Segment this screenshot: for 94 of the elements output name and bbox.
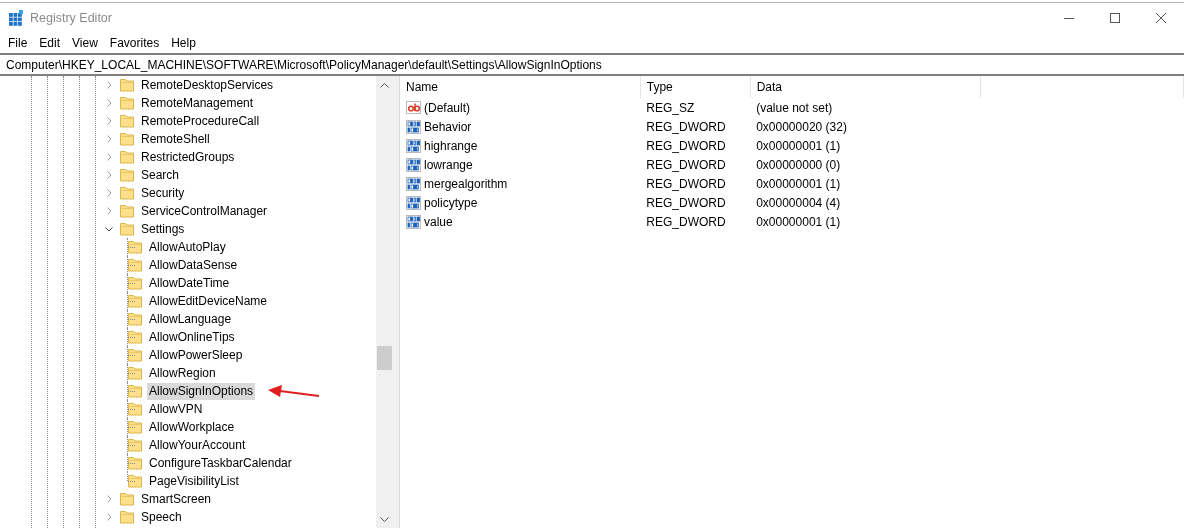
tree-item[interactable]: AllowEditDeviceName	[147, 292, 270, 310]
value-data: 0x00000000 (0)	[755, 156, 842, 174]
tree-item[interactable]: AllowDataSense	[147, 256, 240, 274]
scroll-thumb[interactable]	[377, 346, 392, 370]
value-type: REG_DWORD	[645, 194, 727, 212]
tree-item[interactable]: AllowOnlineTips	[147, 328, 237, 346]
value-name[interactable]: policytype	[424, 195, 478, 210]
value-name[interactable]: (Default)	[424, 100, 470, 115]
tree-item[interactable]: AllowSignInOptions	[147, 382, 256, 400]
value-type: REG_DWORD	[645, 213, 727, 231]
window-title: Registry Editor	[30, 11, 113, 25]
folder-icon	[119, 167, 135, 183]
folder-icon	[119, 95, 135, 111]
tree-item[interactable]: RemoteProcedureCall	[139, 112, 262, 130]
folder-icon	[127, 257, 143, 273]
tree-item[interactable]: ConfigureTaskbarCalendar	[147, 454, 294, 472]
value-type: REG_DWORD	[645, 175, 727, 193]
binary-value-icon	[406, 156, 422, 173]
arrow-annotation	[268, 385, 320, 399]
folder-icon	[119, 203, 135, 219]
value-name[interactable]: Behavior	[424, 119, 472, 134]
binary-value-icon	[406, 118, 422, 135]
menu-item[interactable]: Help	[165, 33, 202, 53]
tree-item[interactable]: AllowPowerSleep	[147, 346, 245, 364]
vertical-scrollbar[interactable]	[376, 76, 399, 528]
folder-icon	[119, 149, 135, 165]
value-type: REG_SZ	[640, 98, 751, 117]
tree-item[interactable]: SmartScreen	[139, 490, 214, 508]
tree-item[interactable]: RemoteShell	[139, 130, 212, 148]
folder-icon	[127, 329, 143, 345]
value-data: 0x00000020 (32)	[755, 118, 848, 136]
folder-icon	[127, 455, 143, 471]
tree-item[interactable]: AllowDateTime	[147, 274, 232, 292]
tree-item[interactable]: RestrictedGroups	[139, 148, 237, 166]
folder-icon	[127, 275, 143, 291]
value-name[interactable]: highrange	[424, 138, 478, 153]
folder-icon	[119, 491, 135, 507]
folder-icon	[119, 185, 135, 201]
folder-icon	[119, 131, 135, 147]
tree-item[interactable]: AllowVPN	[147, 400, 205, 418]
value-type: REG_DWORD	[645, 118, 727, 136]
binary-value-icon	[406, 175, 422, 192]
tree-item[interactable]: AllowRegion	[147, 364, 218, 382]
folder-icon	[127, 311, 143, 327]
tree-item[interactable]: AllowAutoPlay	[147, 238, 228, 256]
value-data: 0x00000001 (1)	[755, 137, 842, 155]
tree-item[interactable]: AllowYourAccount	[147, 436, 248, 454]
tree-item[interactable]: Security	[139, 184, 187, 202]
maximize-icon	[1110, 13, 1120, 23]
folder-icon	[127, 419, 143, 435]
folder-icon	[119, 113, 135, 129]
tree-item[interactable]: RemoteDesktopServices	[139, 76, 276, 94]
value-name[interactable]: lowrange	[424, 157, 473, 172]
menu-item[interactable]: File	[2, 33, 34, 53]
folder-icon	[127, 347, 143, 363]
folder-icon	[127, 383, 143, 399]
menu-item[interactable]: Favorites	[103, 33, 166, 53]
menu-item[interactable]: View	[66, 33, 104, 53]
close-icon	[1156, 13, 1166, 23]
value-name[interactable]: value	[424, 214, 453, 229]
value-name[interactable]: mergealgorithm	[424, 176, 508, 191]
tree-item[interactable]: RemoteManagement	[139, 94, 256, 112]
folder-icon	[127, 473, 143, 489]
value-data: 0x00000004 (4)	[755, 194, 842, 212]
menu-item[interactable]: Edit	[33, 33, 67, 53]
tree-item[interactable]: ServiceControlManager	[139, 202, 270, 220]
string-value-icon	[406, 99, 422, 116]
folder-icon	[127, 365, 143, 381]
binary-value-icon	[406, 137, 422, 154]
folder-icon	[119, 509, 135, 525]
folder-icon	[127, 239, 143, 255]
column-header[interactable]: Data	[750, 76, 981, 98]
column-header[interactable]: Type	[640, 76, 751, 98]
tree-item[interactable]: AllowLanguage	[147, 310, 234, 328]
tree-item[interactable]: PageVisibilityList	[147, 472, 241, 490]
address-field[interactable]: Computer\HKEY_LOCAL_MACHINE\SOFTWARE\Microsoft\PolicyManager\default\Settings\AllowSignInOptions	[0, 53, 1184, 76]
folder-icon	[127, 401, 143, 417]
tree-item[interactable]: Speech	[139, 508, 184, 526]
folder-icon	[127, 437, 143, 453]
tree-item[interactable]: AllowWorkplace	[147, 418, 237, 436]
folder-icon	[119, 77, 135, 93]
value-data: 0x00000001 (1)	[755, 213, 842, 231]
folder-icon	[127, 293, 143, 309]
tree-item[interactable]: Settings	[139, 220, 187, 238]
value-data: (value not set)	[750, 98, 981, 117]
value-type: REG_DWORD	[645, 137, 727, 155]
app-icon	[8, 10, 24, 26]
column-header[interactable]: Name	[400, 76, 641, 98]
value-type: REG_DWORD	[645, 156, 727, 174]
value-data: 0x00000001 (1)	[755, 175, 842, 193]
tree-item[interactable]: Search	[139, 166, 182, 184]
binary-value-icon	[406, 194, 422, 211]
folder-icon	[119, 221, 135, 237]
binary-value-icon	[406, 213, 422, 230]
